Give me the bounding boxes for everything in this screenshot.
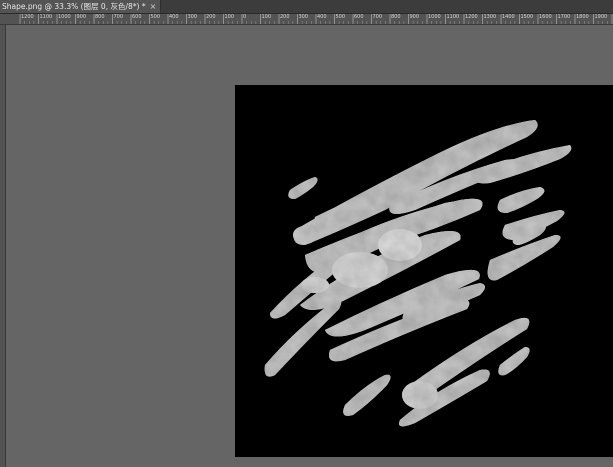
ruler-label: 1100 bbox=[446, 14, 460, 20]
ruler-label: 1000 bbox=[428, 14, 441, 20]
document-tab[interactable]: Shape.png @ 33.3% (图层 0, 灰色/8*) * × bbox=[0, 0, 162, 13]
ruler-label: 400 bbox=[317, 14, 327, 20]
ruler-label: 200 bbox=[280, 14, 290, 20]
ruler-label: 300 bbox=[298, 14, 309, 20]
ruler-label: 600 bbox=[354, 14, 364, 20]
ruler-label: 100 bbox=[261, 14, 272, 20]
ruler-label: 1300 bbox=[483, 14, 497, 20]
ruler-label: 700 bbox=[372, 14, 383, 20]
ruler-label: 1200 bbox=[465, 14, 478, 20]
ruler-label: 900 bbox=[409, 14, 420, 20]
canvas-workspace[interactable] bbox=[6, 25, 613, 467]
ruler-label: 100 bbox=[224, 14, 235, 20]
ruler-label: 500 bbox=[335, 14, 346, 20]
ruler-label: 1800 bbox=[576, 14, 589, 20]
ruler-label: 1200 bbox=[21, 14, 34, 20]
ruler-label: 300 bbox=[187, 14, 198, 20]
ruler-label: 900 bbox=[76, 14, 87, 20]
ruler-label: 600 bbox=[132, 14, 142, 20]
ruler-label: 1000 bbox=[58, 14, 71, 20]
image-canvas[interactable] bbox=[235, 85, 613, 457]
ruler-label: 500 bbox=[150, 14, 161, 20]
brush-shape-artwork bbox=[264, 120, 572, 427]
ruler-label: 800 bbox=[391, 14, 401, 20]
ruler-label: 1700 bbox=[557, 14, 571, 20]
document-tab-bar: Shape.png @ 33.3% (图层 0, 灰色/8*) * × bbox=[0, 0, 613, 14]
photoshop-window: Shape.png @ 33.3% (图层 0, 灰色/8*) * × 1200… bbox=[0, 0, 613, 467]
horizontal-ruler[interactable]: 1200 1100 1000 900 800 700 600 500 400 300 200 100 0… bbox=[0, 14, 613, 25]
close-tab-icon[interactable]: × bbox=[150, 0, 157, 13]
ruler-label: 800 bbox=[95, 14, 105, 20]
ruler-label: 0 bbox=[243, 14, 247, 20]
ruler-label: 1500 bbox=[520, 14, 534, 20]
document-tab-title: Shape.png @ 33.3% (图层 0, 灰色/8*) * bbox=[2, 2, 146, 11]
ruler-label: 1600 bbox=[539, 14, 552, 20]
ruler-label: 400 bbox=[169, 14, 179, 20]
ruler-label: 200 bbox=[206, 14, 216, 20]
ruler-label: 700 bbox=[113, 14, 124, 20]
ruler-label: 1900 bbox=[594, 14, 608, 20]
ruler-label: 1400 bbox=[502, 14, 515, 20]
ruler-label: 1100 bbox=[39, 14, 53, 20]
